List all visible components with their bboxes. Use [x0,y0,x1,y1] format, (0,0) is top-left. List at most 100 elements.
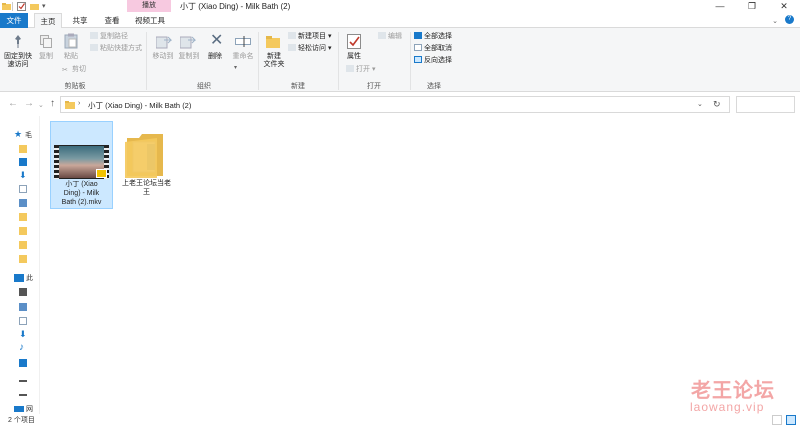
3d-objects-icon[interactable] [19,288,27,296]
paste-shortcut-button[interactable]: 粘贴快捷方式 [90,44,142,53]
folder-icon[interactable] [19,145,27,153]
new-folder-button[interactable]: 新建 文件夹 [260,53,288,69]
group-label-select: 选择 [427,83,441,90]
folder-icon[interactable] [19,255,27,263]
group-label-clipboard: 剪贴板 [64,83,86,90]
easy-access-button[interactable]: 轻松访问 ▾ [288,44,331,53]
minimize-button[interactable]: — [704,0,736,13]
new-item-button[interactable]: 新建项目 ▾ [288,32,331,41]
context-tab-play[interactable]: 播放 [127,0,171,12]
breadcrumb-current-folder[interactable]: 小丁 (Xiao Ding) - Milk Bath (2) [88,100,191,111]
properties-button[interactable]: 属性 [343,53,365,61]
divider [12,2,13,11]
group-separator [410,32,411,90]
delete-x-icon: ✕ [210,32,224,49]
videos-icon[interactable] [19,303,27,311]
network-icon[interactable] [14,406,24,412]
expand-ribbon-icon[interactable]: ⌄ [772,17,778,25]
tab-video-tools[interactable]: 视频工具 [130,13,170,28]
copy-path-icon [90,32,98,39]
this-pc-label[interactable]: 此 [26,273,33,283]
folder-icon[interactable] [19,241,27,249]
group-label-open: 打开 [367,83,381,90]
desktop-icon[interactable] [19,359,27,367]
group-separator [146,32,147,90]
quick-access-star-icon[interactable]: ★ [14,129,22,140]
move-to-icon [155,34,173,51]
tab-share[interactable]: 共享 [66,13,94,28]
move-to-button[interactable]: 移动到 [150,53,176,61]
music-note-icon[interactable]: ♪ [19,343,27,353]
ribbon-tabs: 文件 主页 共享 查看 视频工具 ⌄ ? [0,13,800,29]
qa-dropdown-icon[interactable]: ▾ [42,2,51,11]
new-item-icon [288,32,296,39]
file-name: 上老王论坛当老 王 [122,180,171,196]
file-item-video[interactable]: 小丁 (Xiao Ding) - Milk Bath (2).mkv [50,121,113,209]
invert-selection-button[interactable]: 反向选择 [414,56,452,65]
select-none-icon [414,44,422,51]
copy-to-icon [179,34,197,51]
maximize-button[interactable]: ❐ [736,0,768,13]
folder-icon [2,2,11,11]
details-view-icon[interactable] [772,415,782,425]
watermark-url: laowang.vip [690,400,765,414]
forward-arrow-icon[interactable]: → [24,98,34,110]
window-title: 小丁 (Xiao Ding) - Milk Bath (2) [180,2,291,11]
folder-icon[interactable] [19,213,27,221]
downloads-arrow-icon[interactable]: ⬇ [19,171,27,180]
properties-check-icon[interactable] [17,2,26,11]
quick-access-label[interactable]: 毛 [25,130,32,140]
large-icons-view-icon[interactable] [786,415,796,425]
close-button[interactable]: ✕ [768,0,800,13]
back-arrow-icon[interactable]: ← [8,98,18,110]
drive-icon[interactable] [19,388,27,396]
folder-icon[interactable] [19,227,27,235]
network-label[interactable]: 网 [26,404,33,414]
paste-shortcut-icon [90,44,98,51]
documents-icon[interactable] [19,317,27,325]
local-disk-icon[interactable] [19,374,27,382]
new-folder-large-icon [266,35,280,50]
cut-button[interactable]: ✂ 剪切 [62,65,86,74]
breadcrumb-chevron-icon[interactable]: › [78,100,80,107]
folder-icon [65,100,75,111]
tab-view[interactable]: 查看 [98,13,126,28]
tab-file[interactable]: 文件 [0,13,28,28]
status-bar: 2 个项目 [0,414,800,426]
select-all-button[interactable]: 全部选择 [414,32,452,41]
recent-locations-chevron-icon[interactable]: ⌄ [38,100,44,112]
address-bar[interactable]: › 小丁 (Xiao Ding) - Milk Bath (2) ⌄ ↻ [60,96,730,113]
open-button[interactable]: 打开 ▾ [346,65,375,74]
copy-to-button[interactable]: 复制到 [176,53,202,61]
navigation-pane: ★ 毛 ⬇ 此 ⬇ ♪ 网 [0,116,40,414]
this-pc-icon[interactable] [14,274,24,282]
rename-button[interactable]: 重命名 [230,53,256,61]
search-box[interactable] [736,96,795,113]
pictures-icon[interactable] [19,199,27,207]
copy-icon [40,35,52,50]
downloads-arrow-icon[interactable]: ⬇ [19,330,27,339]
pin-icon [12,34,24,50]
desktop-icon[interactable] [19,158,27,166]
copy-button[interactable]: 复制 [36,53,56,61]
easy-access-icon [288,44,296,51]
new-folder-icon[interactable] [30,2,39,11]
refresh-icon[interactable]: ↻ [713,99,721,110]
documents-icon[interactable] [19,185,27,193]
tab-home[interactable]: 主页 [34,13,62,29]
group-separator [258,32,259,90]
edit-button[interactable]: 编辑 [378,32,402,41]
select-none-button[interactable]: 全部取消 [414,44,452,53]
delete-button[interactable]: 删除 [206,53,224,61]
group-label-new: 新建 [291,83,305,90]
address-dropdown-icon[interactable]: ⌄ [697,100,703,108]
paste-button[interactable]: 粘贴 [61,53,81,61]
file-name: 小丁 (Xiao Ding) - Milk Bath (2).mkv [61,181,102,206]
pin-quick-access-button[interactable]: 固定到快 速访问 [2,53,34,69]
vertical-scrollbar[interactable] [790,116,800,414]
help-icon[interactable]: ? [785,15,794,24]
copy-path-button[interactable]: 复制路径 [90,32,128,41]
up-arrow-icon[interactable]: ↑ [50,98,55,110]
delete-dropdown-icon[interactable]: ▾ [234,64,237,71]
file-item-folder[interactable]: 上老王论坛当老 王 [115,121,178,201]
